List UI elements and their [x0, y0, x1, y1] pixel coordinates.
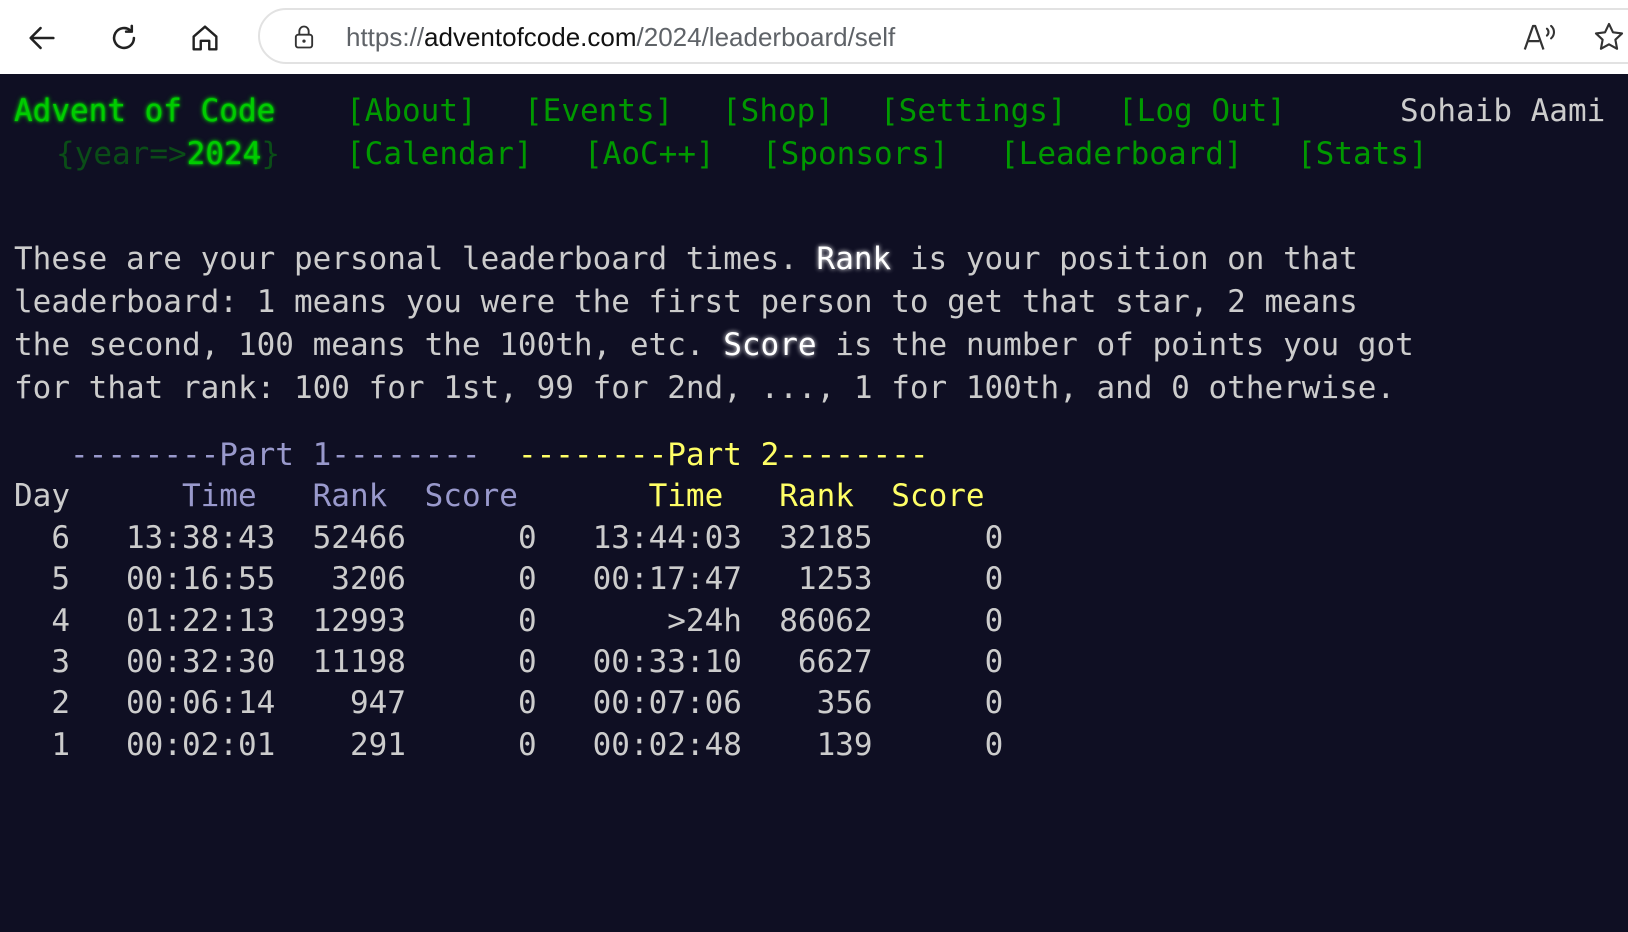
refresh-icon[interactable] [100, 14, 148, 62]
part-2-score-cell: 0 [872, 561, 1004, 598]
part-2-score-cell: 0 [872, 644, 1004, 680]
part-2-time-cell: 00:33:10 [536, 644, 742, 680]
table-row: 3 00:32:30 11198 0 00:33:10 6627 0 [14, 641, 1003, 684]
part-2-score-cell: 0 [872, 685, 1004, 722]
favorite-star-icon[interactable] [1592, 20, 1626, 54]
part-1-score-header: Score [387, 478, 518, 515]
home-icon[interactable] [181, 14, 229, 62]
part-1-rank-cell: 52466 [275, 519, 406, 556]
part-2-time-header: Time [517, 478, 724, 515]
part-1-rank-cell: 947 [275, 685, 406, 722]
part-1-time-cell: 00:06:14 [70, 685, 276, 722]
part-2-rank-cell: 86062 [741, 602, 873, 639]
day-cell: 1 [14, 726, 70, 763]
part-1-rank-cell: 3206 [275, 561, 406, 598]
day-cell: 3 [14, 644, 70, 680]
part-1-score-cell: 0 [405, 726, 537, 763]
day-cell: 2 [14, 685, 70, 722]
nav-aoc-plus-plus[interactable]: [AoC++] [584, 133, 715, 176]
intro-paragraph: These are your personal leaderboard time… [14, 238, 1614, 410]
url-text[interactable]: https://adventofcode.com/2024/leaderboar… [346, 22, 895, 53]
part-1-score-cell: 0 [405, 519, 537, 556]
page-content: Advent of Code {year=>2024} [About] [Eve… [0, 74, 1628, 932]
part-1-header: --------Part 1-------- [70, 437, 481, 473]
nav-sponsors[interactable]: [Sponsors] [762, 133, 949, 176]
nav-log-out[interactable]: [Log Out] [1118, 90, 1286, 133]
part-2-rank-cell: 1253 [741, 561, 873, 598]
url-path: /2024/leaderboard/self [636, 22, 896, 52]
part-2-score-cell: 0 [872, 726, 1004, 763]
address-bar[interactable]: https://adventofcode.com/2024/leaderboar… [258, 8, 1628, 64]
lock-icon[interactable] [290, 23, 318, 51]
part-1-time-cell: 00:32:30 [70, 644, 276, 680]
url-host: adventofcode.com [424, 22, 637, 52]
table-row: 5 00:16:55 3206 0 00:17:47 1253 0 [14, 558, 1003, 601]
nav-events[interactable]: [Events] [524, 90, 673, 133]
part-2-rank-header: Rank [723, 478, 854, 515]
url-prefix: https:// [346, 22, 425, 52]
browser-toolbar: https://adventofcode.com/2024/leaderboar… [0, 0, 1628, 74]
column-header-row: Day Time Rank Score Time Rank Score [14, 475, 985, 518]
year-label[interactable]: {year=>2024} [56, 133, 280, 176]
nav-stats[interactable]: [Stats] [1297, 133, 1428, 176]
day-cell: 6 [14, 519, 70, 556]
day-column-header: Day [14, 478, 70, 515]
part-1-score-cell: 0 [405, 602, 537, 639]
part-1-rank-header: Rank [256, 478, 388, 515]
score-emphasis: Score [723, 327, 817, 363]
nav-about[interactable]: [About] [346, 90, 477, 133]
part-2-time-cell: 00:07:06 [536, 685, 742, 722]
part-2-time-cell: >24h [536, 602, 742, 639]
part-2-rank-cell: 356 [741, 685, 873, 722]
day-cell: 5 [14, 561, 70, 598]
part-2-rank-cell: 139 [741, 726, 873, 763]
part-2-score-cell: 0 [872, 602, 1004, 639]
part-1-rank-cell: 11198 [275, 644, 406, 680]
part-1-time-cell: 01:22:13 [70, 602, 276, 639]
part-1-score-cell: 0 [405, 561, 537, 598]
intro-text-1: These are your personal leaderboard time… [14, 241, 817, 277]
part-2-rank-cell: 32185 [741, 519, 873, 556]
nav-calendar[interactable]: [Calendar] [346, 133, 533, 176]
rank-emphasis: Rank [816, 241, 892, 277]
part-2-score-header: Score [853, 478, 985, 515]
year-suffix: } [261, 136, 280, 172]
part-2-time-cell: 00:17:47 [536, 561, 742, 598]
part-2-header: --------Part 2-------- [517, 437, 929, 473]
user-name: Sohaib Aami [1400, 93, 1606, 129]
site-logo[interactable]: Advent of Code [14, 90, 275, 133]
read-aloud-icon[interactable] [1522, 20, 1558, 54]
part-1-rank-cell: 291 [275, 726, 406, 763]
day-cell: 4 [14, 602, 70, 639]
part-1-time-cell: 13:38:43 [70, 519, 276, 556]
back-arrow-icon[interactable] [18, 14, 66, 62]
nav-leaderboard[interactable]: [Leaderboard] [1000, 133, 1243, 176]
part-1-time-header: Time [70, 478, 257, 515]
part-header-row: --------Part 1-------- --------Part 2---… [14, 434, 929, 477]
part-2-rank-cell: 6627 [741, 644, 873, 680]
nav-shop[interactable]: [Shop] [722, 90, 834, 133]
nav-settings[interactable]: [Settings] [880, 90, 1067, 133]
part-1-rank-cell: 12993 [275, 602, 406, 639]
part-2-time-cell: 13:44:03 [536, 519, 742, 556]
part-1-score-cell: 0 [405, 685, 537, 722]
part-1-score-cell: 0 [405, 644, 537, 680]
part-1-time-cell: 00:02:01 [70, 726, 276, 763]
table-row: 1 00:02:01 291 0 00:02:48 139 0 [14, 724, 1003, 767]
year-prefix: {year=> [56, 136, 187, 172]
year-value: 2024 [186, 136, 262, 172]
part-2-time-cell: 00:02:48 [536, 726, 742, 763]
part-1-time-cell: 00:16:55 [70, 561, 276, 598]
part-2-score-cell: 0 [872, 519, 1004, 556]
table-row: 6 13:38:43 52466 0 13:44:03 32185 0 [14, 517, 1003, 560]
table-row: 4 01:22:13 12993 0 >24h 86062 0 [14, 600, 1003, 643]
table-row: 2 00:06:14 947 0 00:07:06 356 0 [14, 682, 1003, 725]
